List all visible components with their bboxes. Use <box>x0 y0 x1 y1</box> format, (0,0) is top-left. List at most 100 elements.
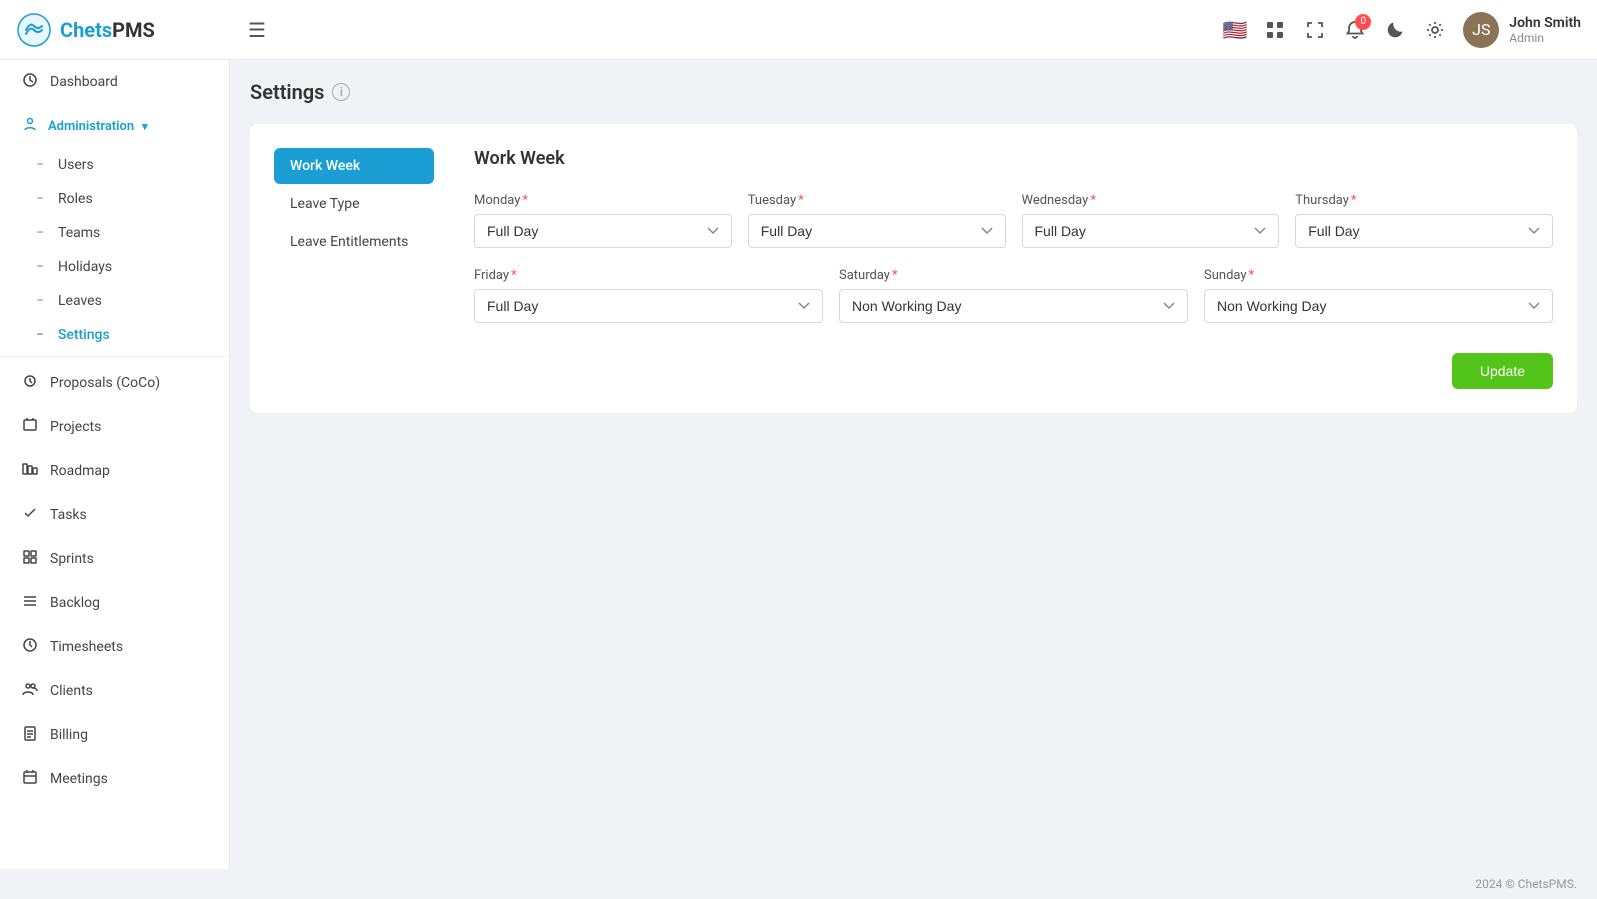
tab-work-week[interactable]: Work Week <box>274 148 434 184</box>
friday-field: Friday* Full Day Half Day Non Working Da… <box>474 268 823 323</box>
sidebar-item-dashboard[interactable]: Dashboard <box>0 60 229 104</box>
friday-select[interactable]: Full Day Half Day Non Working Day <box>474 289 823 323</box>
sunday-label: Sunday* <box>1204 268 1553 283</box>
clients-icon <box>20 681 40 701</box>
settings-tabs: Work Week Leave Type Leave Entitlements <box>274 148 434 389</box>
sidebar-item-users[interactable]: Users <box>0 148 229 182</box>
fullscreen-icon[interactable] <box>1303 18 1327 42</box>
sidebar-sprints-label: Sprints <box>50 551 94 567</box>
sidebar-item-teams[interactable]: Teams <box>0 216 229 250</box>
sidebar-item-dashboard-label: Dashboard <box>50 74 118 90</box>
sidebar-clients-label: Clients <box>50 683 93 699</box>
avatar: JS <box>1463 12 1499 48</box>
sidebar-billing-label: Billing <box>50 727 88 743</box>
billing-icon <box>20 725 40 745</box>
settings-icon[interactable] <box>1423 18 1447 42</box>
projects-icon <box>20 417 40 437</box>
sidebar-item-settings[interactable]: Settings <box>0 318 229 352</box>
page-title: Settings <box>250 80 324 104</box>
thursday-select[interactable]: Full Day Half Day Non Working Day <box>1295 214 1553 248</box>
sidebar-projects-label: Projects <box>50 419 101 435</box>
header: ChetsPMS ☰ 🇺🇸 0 <box>0 0 1597 60</box>
monday-label: Monday* <box>474 193 732 208</box>
settings-panel: Work Week Monday* Full Day Half Day Non … <box>474 148 1553 389</box>
sidebar-item-billing[interactable]: Billing <box>0 713 229 757</box>
update-button[interactable]: Update <box>1452 353 1553 389</box>
sidebar-backlog-label: Backlog <box>50 595 100 611</box>
tab-leave-entitlements[interactable]: Leave Entitlements <box>274 224 434 260</box>
sidebar: Dashboard Administration ▾ Users Roles T… <box>0 60 230 869</box>
chevron-down-icon: ▾ <box>142 120 148 133</box>
sidebar-item-proposals[interactable]: Proposals (CoCo) <box>0 361 229 405</box>
thursday-required: * <box>1351 193 1357 208</box>
tuesday-label: Tuesday* <box>748 193 1006 208</box>
settings-card: Work Week Leave Type Leave Entitlements … <box>250 124 1577 413</box>
logo-text: ChetsPMS <box>60 18 155 42</box>
dashboard-icon <box>20 72 40 92</box>
sidebar-item-roadmap[interactable]: Roadmap <box>0 449 229 493</box>
tuesday-required: * <box>798 193 804 208</box>
thursday-field: Thursday* Full Day Half Day Non Working … <box>1295 193 1553 248</box>
sidebar-proposals-label: Proposals (CoCo) <box>50 375 160 391</box>
sidebar-item-roles[interactable]: Roles <box>0 182 229 216</box>
sidebar-item-holidays[interactable]: Holidays <box>0 250 229 284</box>
app-body: Dashboard Administration ▾ Users Roles T… <box>0 60 1597 869</box>
timesheets-icon <box>20 637 40 657</box>
sidebar-item-backlog[interactable]: Backlog <box>0 581 229 625</box>
sidebar-item-administration[interactable]: Administration ▾ <box>0 104 229 148</box>
saturday-required: * <box>892 268 898 283</box>
weekday-grid-bottom: Friday* Full Day Half Day Non Working Da… <box>474 268 1553 323</box>
user-menu[interactable]: JS John Smith Admin <box>1463 12 1581 48</box>
tab-leave-type[interactable]: Leave Type <box>274 186 434 222</box>
sidebar-item-tasks[interactable]: Tasks <box>0 493 229 537</box>
dark-mode-icon[interactable] <box>1383 18 1407 42</box>
monday-select[interactable]: Full Day Half Day Non Working Day <box>474 214 732 248</box>
monday-required: * <box>522 193 528 208</box>
tasks-icon <box>20 505 40 525</box>
roadmap-icon <box>20 461 40 481</box>
thursday-label: Thursday* <box>1295 193 1553 208</box>
sunday-required: * <box>1249 268 1255 283</box>
sidebar-users-label: Users <box>58 157 94 173</box>
sidebar-item-leaves[interactable]: Leaves <box>0 284 229 318</box>
page-header: Settings i <box>250 80 1577 104</box>
sprints-icon <box>20 549 40 569</box>
saturday-field: Saturday* Full Day Half Day Non Working … <box>839 268 1188 323</box>
friday-required: * <box>511 268 517 283</box>
sidebar-item-sprints[interactable]: Sprints <box>0 537 229 581</box>
sidebar-item-timesheets[interactable]: Timesheets <box>0 625 229 669</box>
sidebar-meetings-label: Meetings <box>50 771 108 787</box>
sidebar-item-clients[interactable]: Clients <box>0 669 229 713</box>
flag-icon[interactable]: 🇺🇸 <box>1223 18 1247 42</box>
sidebar-item-meetings[interactable]: Meetings <box>0 757 229 801</box>
grid-icon[interactable] <box>1263 18 1287 42</box>
wednesday-field: Wednesday* Full Day Half Day Non Working… <box>1022 193 1280 248</box>
info-icon[interactable]: i <box>332 83 350 101</box>
update-row: Update <box>474 353 1553 389</box>
user-role: Admin <box>1509 31 1581 45</box>
footer: 2024 © ChetsPMS. <box>0 869 1597 899</box>
wednesday-label: Wednesday* <box>1022 193 1280 208</box>
sidebar-item-projects[interactable]: Projects <box>0 405 229 449</box>
tuesday-select[interactable]: Full Day Half Day Non Working Day <box>748 214 1006 248</box>
wednesday-required: * <box>1090 193 1096 208</box>
notification-badge: 0 <box>1355 14 1371 30</box>
sunday-select[interactable]: Full Day Half Day Non Working Day <box>1204 289 1553 323</box>
sidebar-tasks-label: Tasks <box>50 507 87 523</box>
logo-icon <box>16 12 52 48</box>
sidebar-leaves-label: Leaves <box>58 293 102 309</box>
user-info: John Smith Admin <box>1509 15 1581 45</box>
logo: ChetsPMS <box>16 12 236 48</box>
saturday-select[interactable]: Full Day Half Day Non Working Day <box>839 289 1188 323</box>
wednesday-select[interactable]: Full Day Half Day Non Working Day <box>1022 214 1280 248</box>
monday-field: Monday* Full Day Half Day Non Working Da… <box>474 193 732 248</box>
tuesday-field: Tuesday* Full Day Half Day Non Working D… <box>748 193 1006 248</box>
sunday-field: Sunday* Full Day Half Day Non Working Da… <box>1204 268 1553 323</box>
notification-icon[interactable]: 0 <box>1343 18 1367 42</box>
sidebar-roles-label: Roles <box>58 191 93 207</box>
friday-label: Friday* <box>474 268 823 283</box>
saturday-label: Saturday* <box>839 268 1188 283</box>
hamburger-icon[interactable]: ☰ <box>248 18 266 42</box>
panel-title: Work Week <box>474 148 1553 169</box>
user-name: John Smith <box>1509 15 1581 31</box>
